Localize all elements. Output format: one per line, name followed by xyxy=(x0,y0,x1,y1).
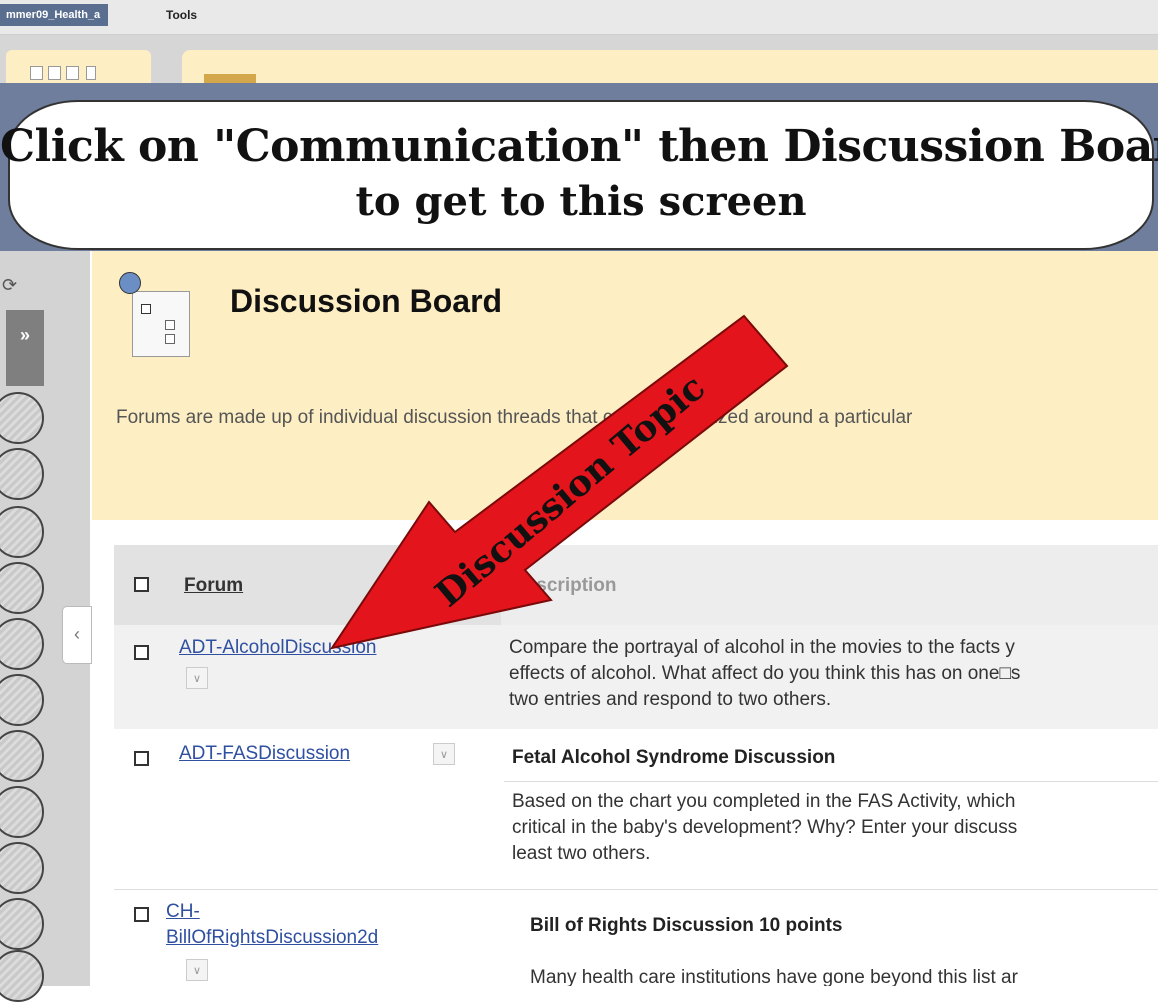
arrow-label: Discussion Topic xyxy=(427,366,713,615)
discussion-topic-arrow: Discussion Topic xyxy=(329,314,789,650)
